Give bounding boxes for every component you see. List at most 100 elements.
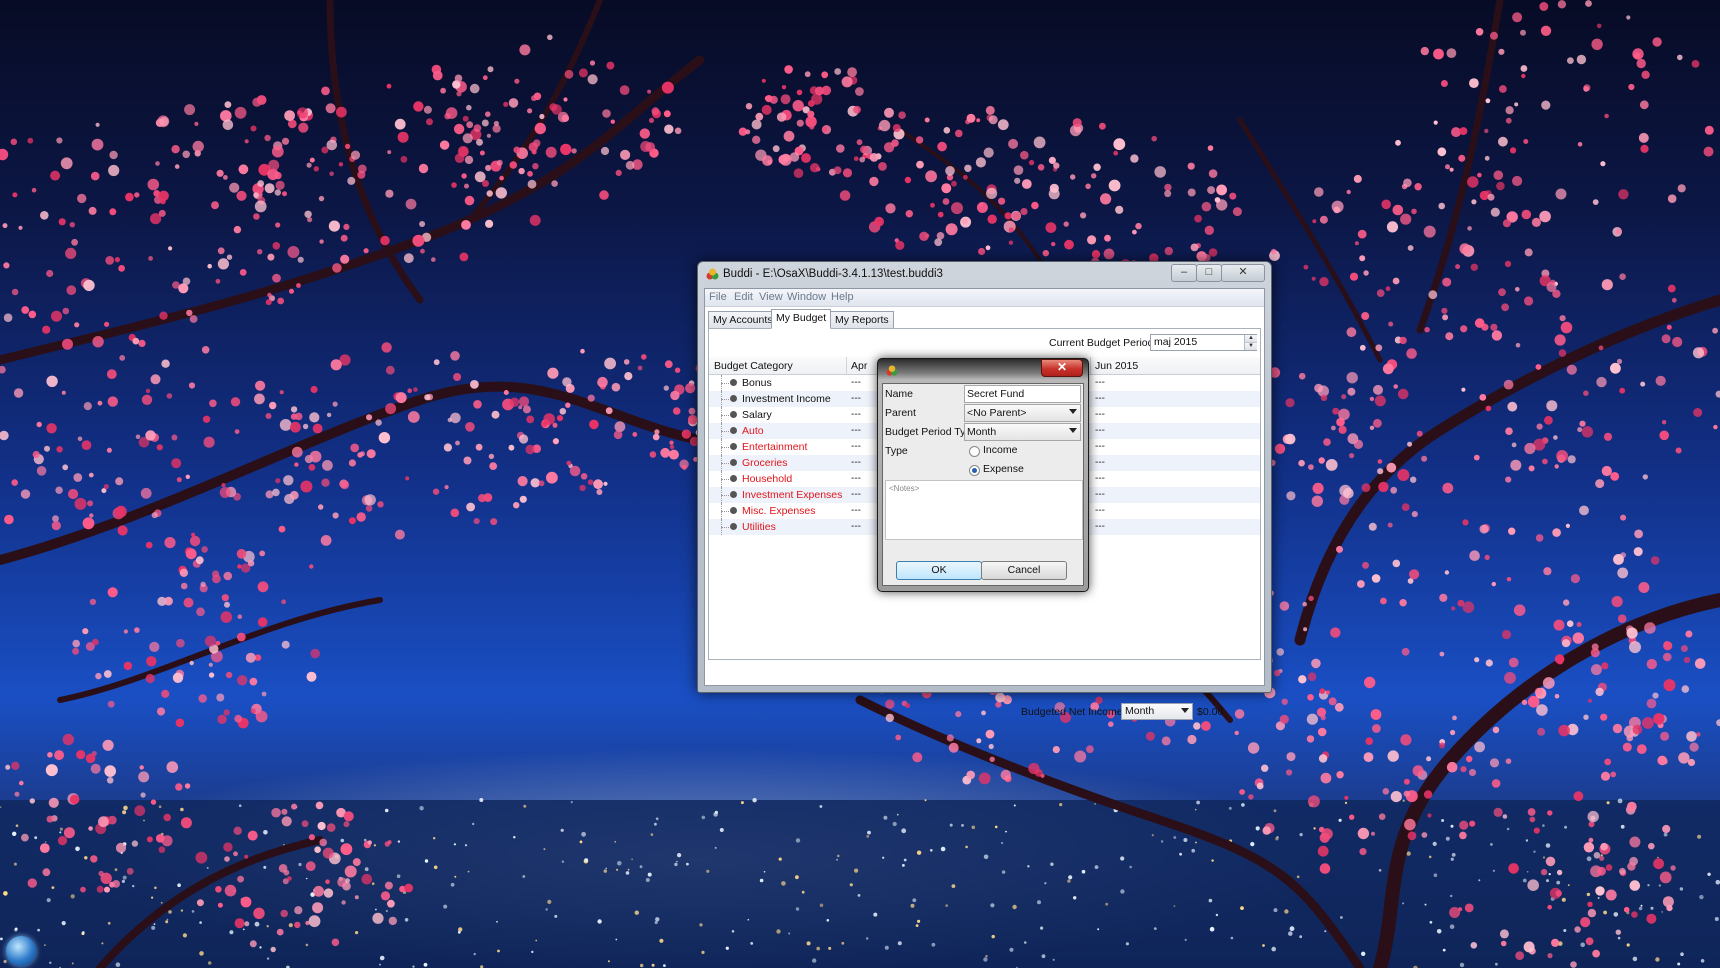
jun-value[interactable]: --- bbox=[1095, 409, 1105, 420]
blossom-petal bbox=[27, 878, 37, 888]
close-button[interactable]: ✕ bbox=[1221, 264, 1265, 282]
blossom-petal bbox=[224, 884, 237, 897]
city-light bbox=[1677, 962, 1681, 966]
apr-value[interactable]: --- bbox=[851, 521, 861, 532]
city-light bbox=[1344, 801, 1348, 805]
jun-value[interactable]: --- bbox=[1095, 441, 1105, 452]
name-field[interactable]: Secret Fund bbox=[964, 385, 1081, 403]
net-income-period-select[interactable]: Month bbox=[1121, 703, 1193, 720]
column-separator[interactable] bbox=[846, 357, 847, 374]
blossom-petal bbox=[50, 170, 61, 181]
apr-value[interactable]: --- bbox=[851, 457, 861, 468]
jun-value[interactable]: --- bbox=[1095, 521, 1105, 532]
blossom-petal bbox=[330, 359, 342, 371]
blossom-petal bbox=[1694, 658, 1706, 669]
title-bar[interactable]: Buddi - E:\OsaX\Buddi-3.4.1.13\test.budd… bbox=[698, 262, 1271, 286]
blossom-petal bbox=[485, 111, 491, 117]
apr-value[interactable]: --- bbox=[851, 441, 861, 452]
blossom-petal bbox=[637, 365, 643, 371]
menu-file[interactable]: File bbox=[709, 291, 727, 303]
jun-value[interactable]: --- bbox=[1095, 489, 1105, 500]
category-name: Bonus bbox=[742, 377, 772, 389]
blossom-petal bbox=[1601, 279, 1613, 291]
spinner-up-icon[interactable]: ▲ bbox=[1244, 335, 1257, 342]
tab-my-accounts[interactable]: My Accounts bbox=[708, 311, 778, 329]
menu-window[interactable]: Window bbox=[787, 291, 826, 303]
blossom-petal bbox=[983, 147, 994, 158]
city-light bbox=[266, 957, 270, 960]
blossom-petal bbox=[36, 421, 42, 428]
city-light bbox=[614, 841, 617, 843]
apr-value[interactable]: --- bbox=[851, 505, 861, 516]
blossom-petal bbox=[250, 125, 257, 132]
apr-value[interactable]: --- bbox=[851, 393, 861, 404]
blossom-petal bbox=[1502, 814, 1508, 819]
blossom-petal bbox=[381, 342, 392, 353]
blossom-petal bbox=[296, 283, 301, 288]
blossom-petal bbox=[1135, 222, 1142, 230]
blossom-petal bbox=[90, 855, 98, 863]
apr-value[interactable]: --- bbox=[851, 489, 861, 500]
menu-view[interactable]: View bbox=[759, 291, 783, 303]
menu-help[interactable]: Help bbox=[831, 291, 854, 303]
blossom-petal bbox=[98, 870, 104, 877]
income-radio-label[interactable]: Income bbox=[983, 444, 1017, 456]
apr-value[interactable]: --- bbox=[851, 409, 861, 420]
blossom-petal bbox=[531, 95, 537, 102]
apr-value[interactable]: --- bbox=[851, 377, 861, 388]
blossom-petal bbox=[62, 733, 74, 746]
expense-radio-label[interactable]: Expense bbox=[983, 463, 1024, 475]
jun-value[interactable]: --- bbox=[1095, 473, 1105, 484]
category-bullet-icon bbox=[730, 491, 737, 498]
minimize-button[interactable]: – bbox=[1171, 264, 1197, 282]
menu-edit[interactable]: Edit bbox=[734, 291, 753, 303]
jun-value[interactable]: --- bbox=[1095, 393, 1105, 404]
blossom-petal bbox=[73, 473, 83, 482]
blossom-petal bbox=[485, 219, 494, 228]
cancel-button[interactable]: Cancel bbox=[981, 561, 1067, 580]
ok-button[interactable]: OK bbox=[896, 561, 982, 580]
city-light bbox=[1313, 827, 1316, 830]
budget-period-value[interactable]: maj 2015 bbox=[1154, 336, 1197, 348]
column-header-apr[interactable]: Apr bbox=[851, 360, 867, 372]
column-header-jun[interactable]: Jun 2015 bbox=[1095, 360, 1138, 372]
jun-value[interactable]: --- bbox=[1095, 425, 1105, 436]
city-light bbox=[1442, 948, 1446, 952]
apr-value[interactable]: --- bbox=[851, 473, 861, 484]
blossom-petal bbox=[1423, 225, 1436, 238]
windows-start-orb-icon[interactable] bbox=[6, 936, 36, 966]
blossom-petal bbox=[275, 478, 281, 484]
parent-select[interactable]: <No Parent> bbox=[964, 404, 1081, 422]
blossom-petal bbox=[1446, 761, 1458, 773]
minimize-icon: – bbox=[1180, 266, 1188, 278]
city-light bbox=[1564, 825, 1568, 829]
column-header-category[interactable]: Budget Category bbox=[714, 360, 793, 372]
city-light bbox=[1429, 920, 1433, 924]
notes-textarea[interactable]: <Notes> bbox=[885, 480, 1083, 540]
jun-value[interactable]: --- bbox=[1095, 505, 1105, 516]
jun-value[interactable]: --- bbox=[1095, 377, 1105, 388]
blossom-petal bbox=[1485, 98, 1491, 104]
city-light bbox=[523, 804, 527, 808]
blossom-petal bbox=[1588, 837, 1594, 843]
column-separator[interactable] bbox=[1090, 357, 1091, 374]
blossom-petal bbox=[237, 875, 245, 883]
blossom-petal bbox=[1634, 529, 1643, 539]
blossom-petal bbox=[1565, 523, 1570, 529]
maximize-button[interactable]: □ bbox=[1196, 264, 1222, 282]
jun-value[interactable]: --- bbox=[1095, 457, 1105, 468]
dialog-close-button[interactable]: ✕ bbox=[1041, 359, 1083, 377]
name-field-value[interactable]: Secret Fund bbox=[967, 388, 1024, 400]
income-radio[interactable] bbox=[969, 446, 980, 457]
spinner-down-icon[interactable]: ▼ bbox=[1244, 342, 1257, 350]
city-light bbox=[101, 942, 104, 945]
expense-radio[interactable] bbox=[969, 465, 980, 476]
tab-my-budget[interactable]: My Budget bbox=[771, 309, 832, 329]
menu-bar: File Edit View Window Help bbox=[705, 289, 1264, 307]
blossom-petal bbox=[267, 253, 275, 261]
blossom-petal bbox=[287, 246, 300, 258]
tab-my-reports[interactable]: My Reports bbox=[830, 311, 894, 329]
budget-period-spinner[interactable]: maj 2015 ▲ ▼ bbox=[1150, 334, 1257, 351]
apr-value[interactable]: --- bbox=[851, 425, 861, 436]
budget-period-type-select[interactable]: Month bbox=[964, 423, 1081, 441]
